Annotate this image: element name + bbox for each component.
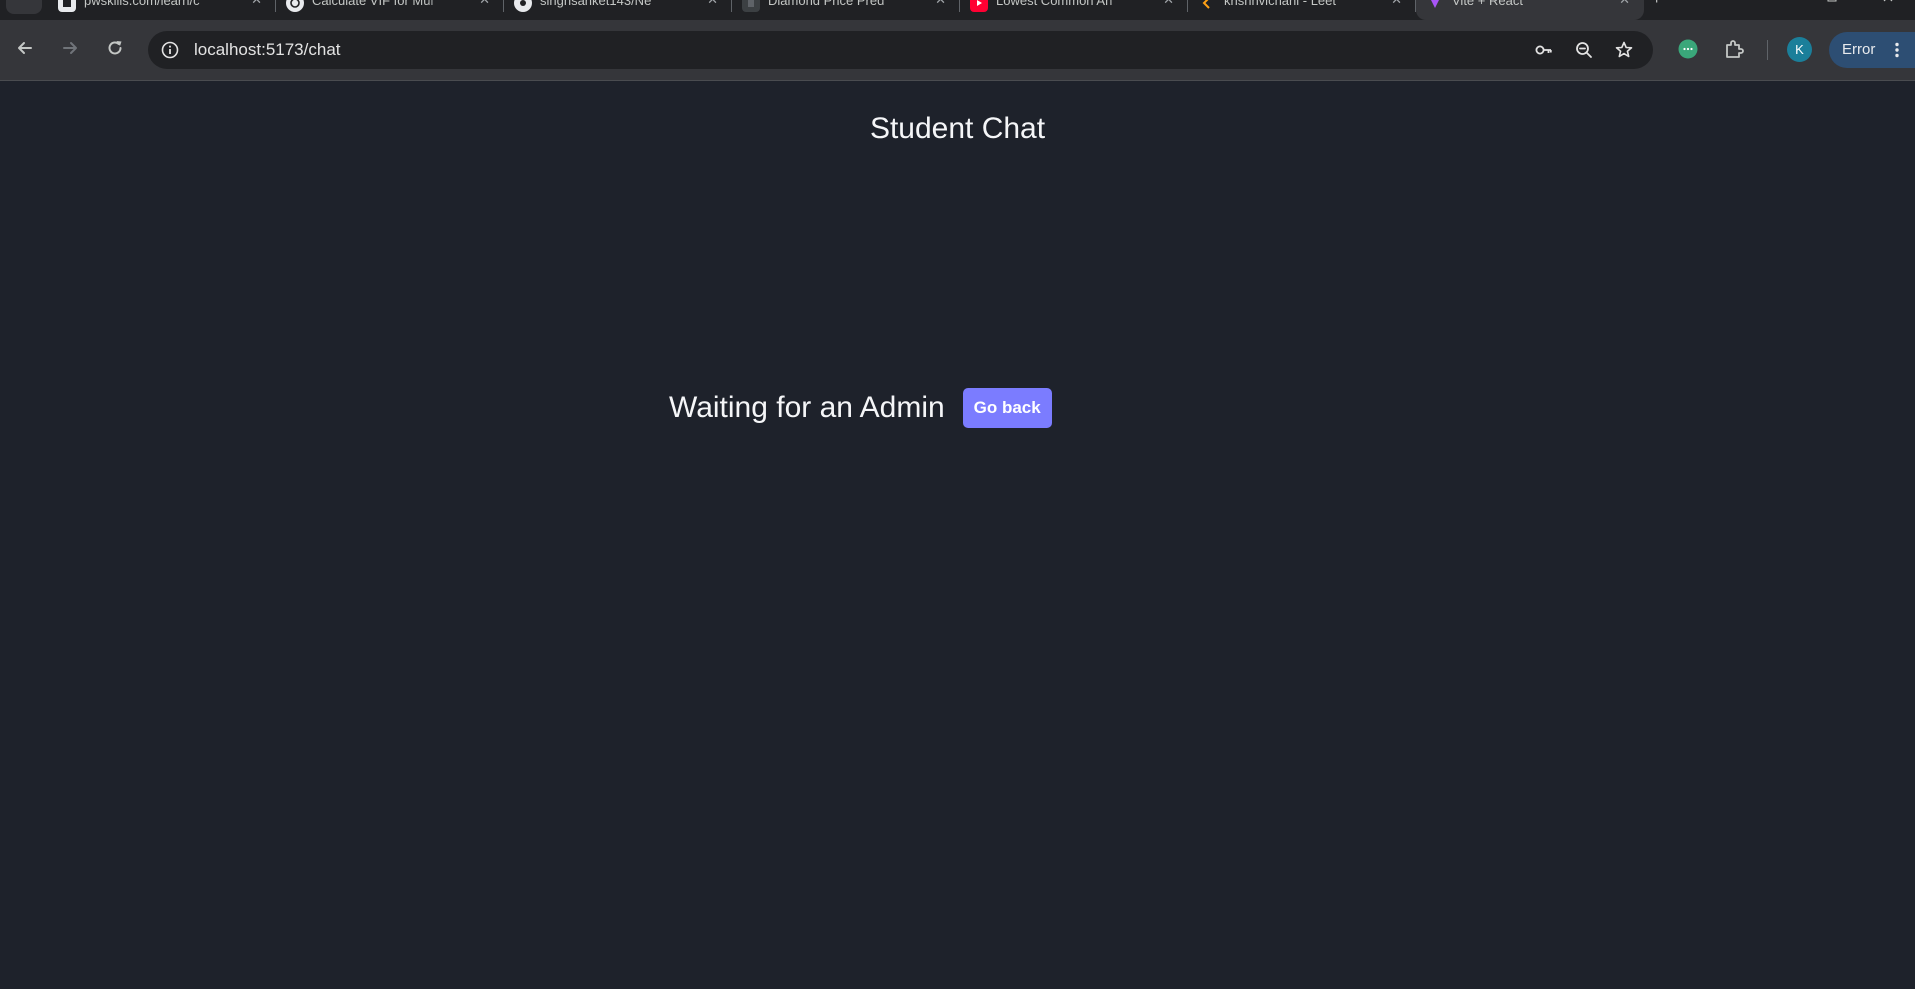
waiting-row: Waiting for an Admin Go back xyxy=(669,386,1052,430)
go-back-button[interactable]: Go back xyxy=(962,388,1052,428)
tab-youtube[interactable]: Lowest Common An ✕ xyxy=(960,0,1188,20)
tab-title: Diamond Price Pred xyxy=(768,0,885,8)
chat-page: Student Chat Waiting for an Admin Go bac… xyxy=(0,81,1915,989)
profile-avatar[interactable]: K xyxy=(1787,37,1812,62)
tab-close-icon[interactable]: ✕ xyxy=(1619,0,1630,8)
github-icon xyxy=(514,0,532,12)
arrow-left-icon xyxy=(18,42,32,54)
reload-button[interactable] xyxy=(101,34,129,62)
toolbar-divider xyxy=(1767,40,1768,60)
tab-close-icon[interactable]: ✕ xyxy=(935,0,946,8)
tab-search-button[interactable] xyxy=(6,0,42,14)
arrow-right-icon xyxy=(63,42,77,54)
tab-github[interactable]: singhsanket143/Ne ✕ xyxy=(504,0,732,20)
page-title: Student Chat xyxy=(869,112,1046,145)
tab-pwskills[interactable]: pwskills.com/learn/c ✕ xyxy=(48,0,276,20)
tab-calculate-vif[interactable]: Calculate VIF for Mul ✕ xyxy=(276,0,504,20)
youtube-icon xyxy=(970,0,988,12)
notebook-icon xyxy=(742,0,760,12)
tab-strip: pwskills.com/learn/c ✕ Calculate VIF for… xyxy=(0,0,1915,20)
tab-title: pwskills.com/learn/c xyxy=(84,0,200,8)
tab-title: Vite + React xyxy=(1452,0,1523,8)
zoom-out-icon[interactable] xyxy=(1574,40,1594,60)
new-tab-button[interactable]: + xyxy=(1652,0,1661,9)
tab-title: singhsanket143/Ne xyxy=(540,0,652,8)
tab-vite-react[interactable]: Vite + React ✕ xyxy=(1416,0,1644,20)
openai-icon xyxy=(286,0,304,12)
reload-icon xyxy=(108,41,122,55)
window-restore-icon[interactable] xyxy=(1826,0,1838,6)
waiting-message: Waiting for an Admin xyxy=(669,391,945,424)
chat-extension-icon[interactable] xyxy=(1676,37,1700,61)
tab-close-icon[interactable]: ✕ xyxy=(707,0,718,8)
browser-toolbar: localhost:5173/chat K Error xyxy=(0,20,1915,80)
pwskills-icon xyxy=(58,0,76,12)
tab-leetcode[interactable]: krishnvichani - Leet ✕ xyxy=(1188,0,1416,20)
tab-diamond-price[interactable]: Diamond Price Pred ✕ xyxy=(732,0,960,20)
tab-title: krishnvichani - Leet xyxy=(1224,0,1336,8)
tab-title: Lowest Common An xyxy=(996,0,1113,8)
site-info-icon[interactable] xyxy=(160,40,180,60)
tab-close-icon[interactable]: ✕ xyxy=(1391,0,1402,8)
extensions-puzzle-icon[interactable] xyxy=(1722,37,1746,61)
back-button[interactable] xyxy=(11,34,39,62)
tab-close-icon[interactable]: ✕ xyxy=(1163,0,1174,8)
error-label: Error xyxy=(1842,41,1876,58)
forward-button[interactable] xyxy=(56,34,84,62)
tab-close-icon[interactable]: ✕ xyxy=(479,0,490,8)
address-bar[interactable]: localhost:5173/chat xyxy=(148,31,1653,69)
profile-error-button[interactable]: Error xyxy=(1829,32,1915,68)
url-text[interactable]: localhost:5173/chat xyxy=(194,41,341,59)
password-key-icon[interactable] xyxy=(1534,40,1554,60)
window-close-icon[interactable] xyxy=(1882,0,1894,6)
tab-title: Calculate VIF for Mul xyxy=(312,0,434,8)
vite-icon xyxy=(1426,0,1444,12)
tab-close-icon[interactable]: ✕ xyxy=(251,0,262,8)
more-vertical-icon[interactable] xyxy=(1887,40,1907,60)
leetcode-icon xyxy=(1198,0,1216,12)
bookmark-star-icon[interactable] xyxy=(1614,40,1634,60)
